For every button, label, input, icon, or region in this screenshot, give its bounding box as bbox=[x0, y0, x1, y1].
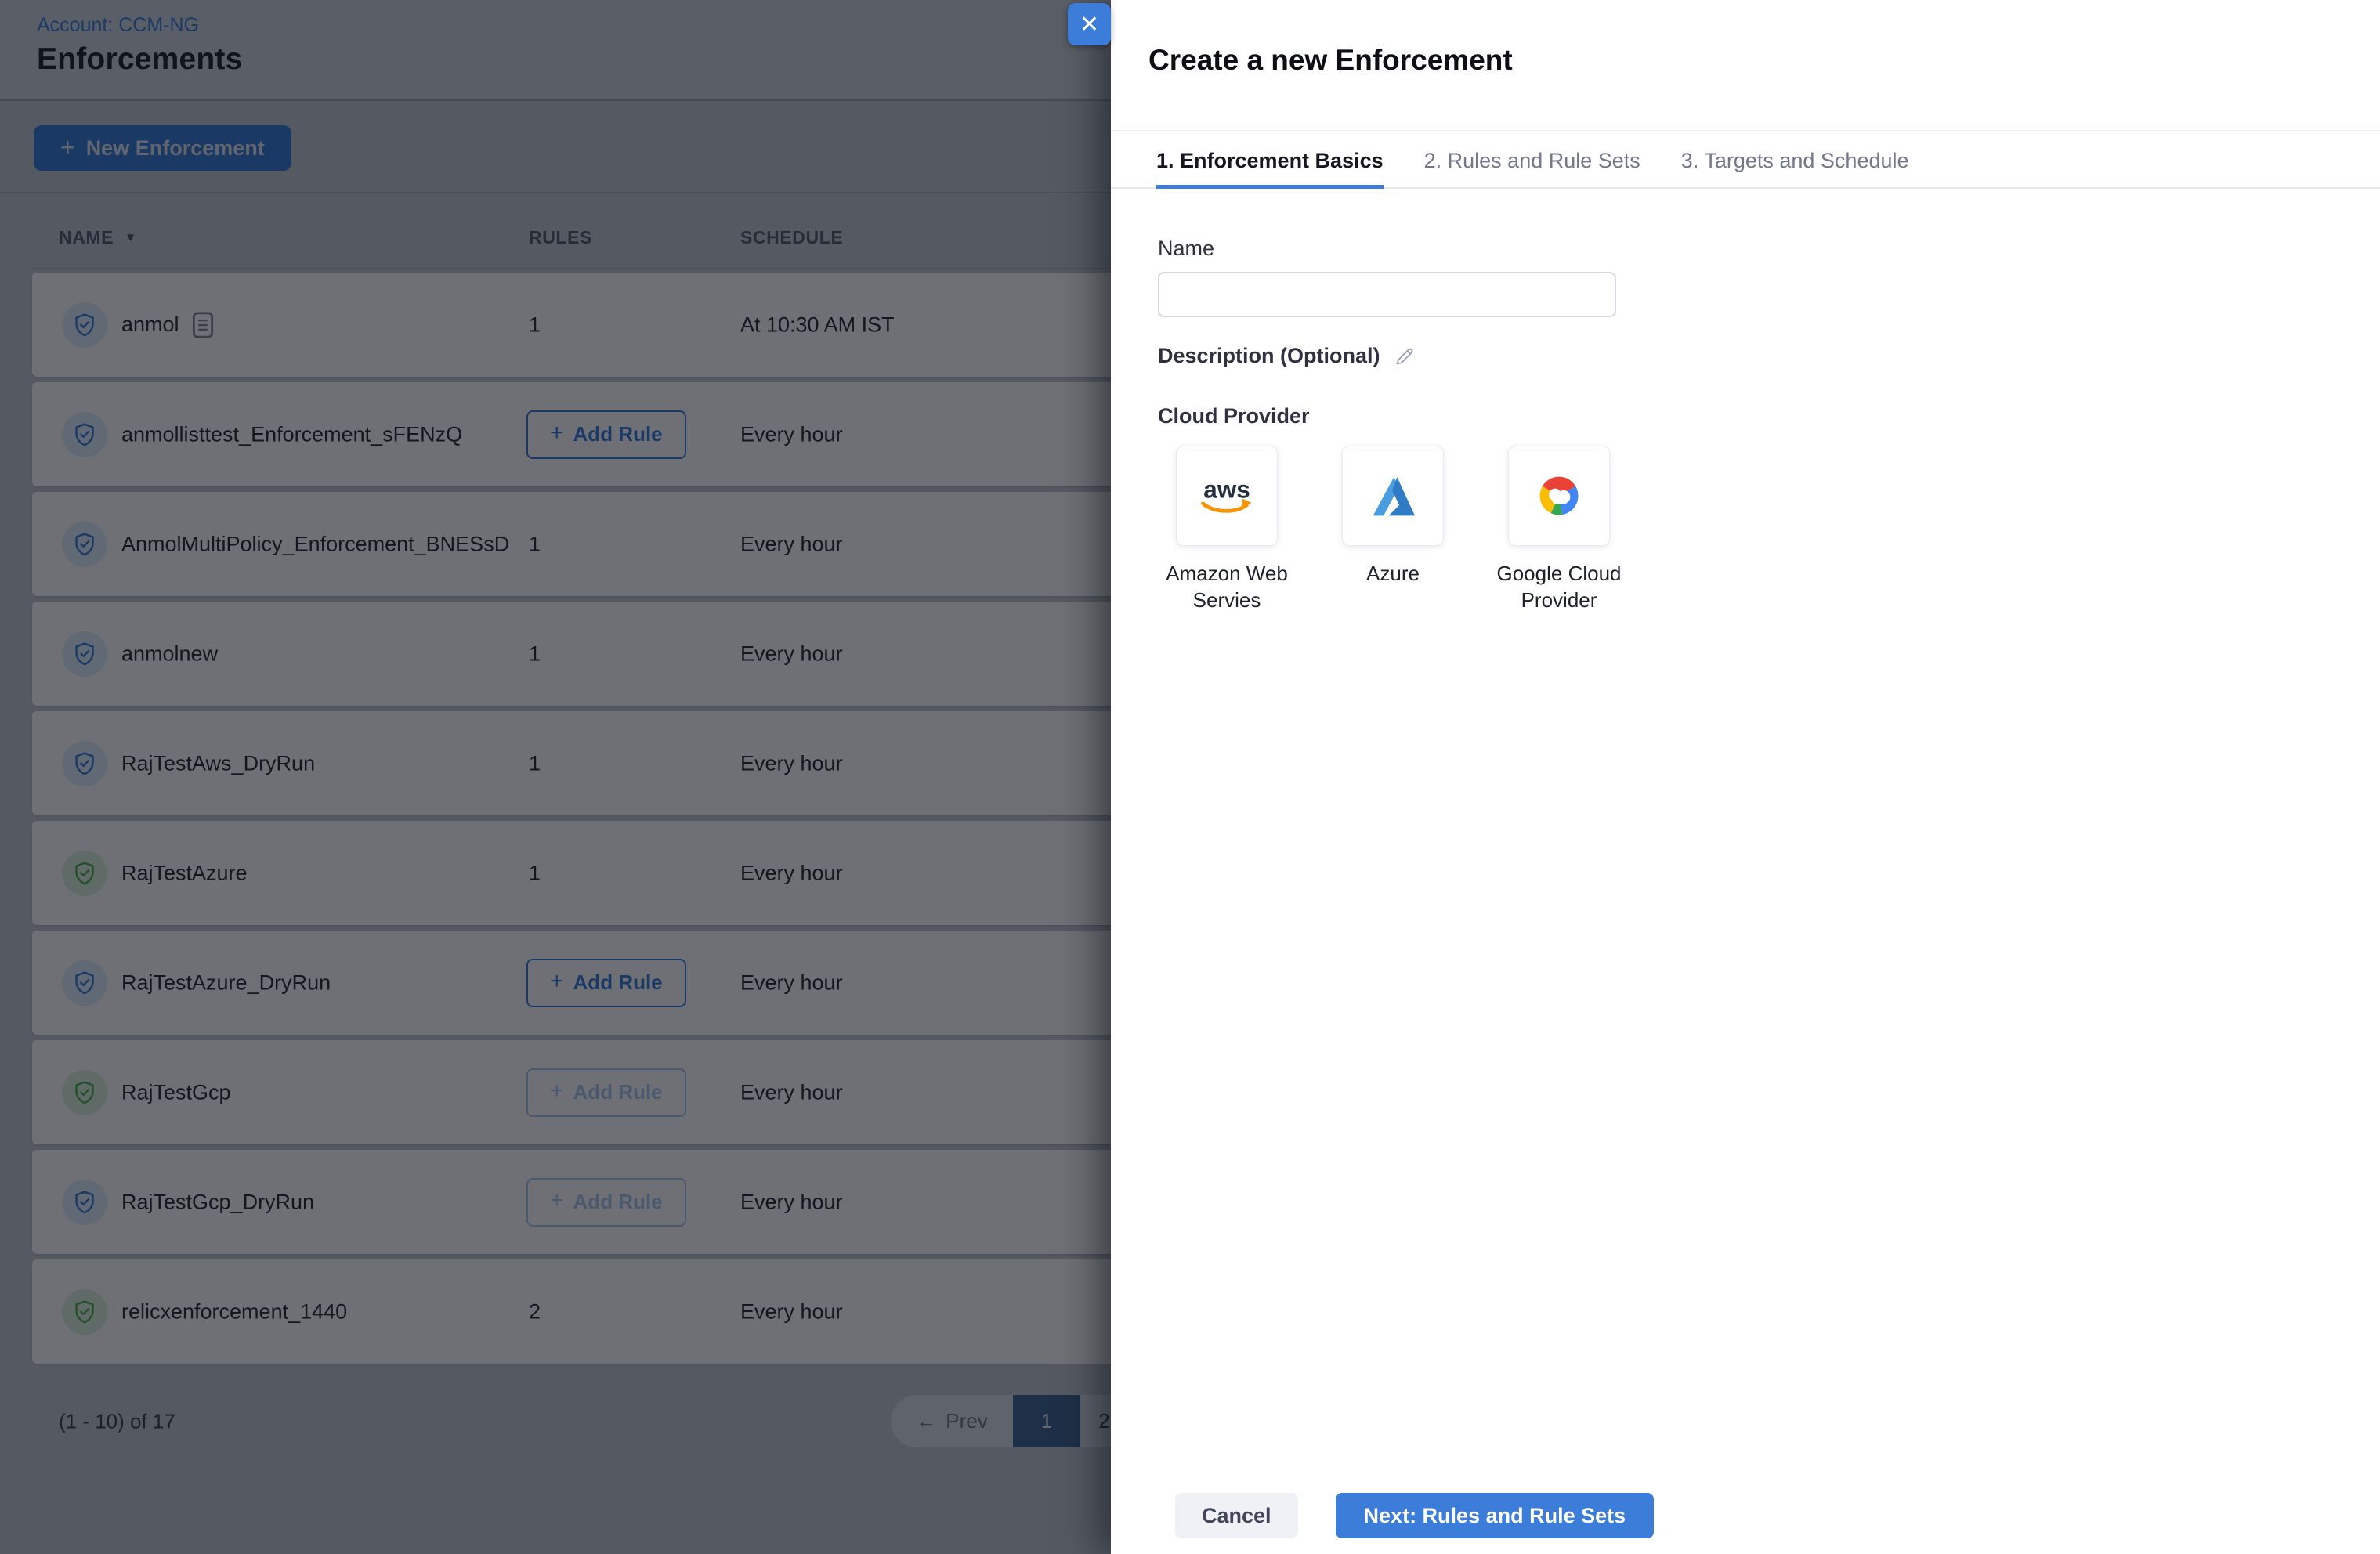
provider-option-aws[interactable]: aws Amazon Web Servies bbox=[1158, 446, 1296, 613]
close-icon: ✕ bbox=[1079, 11, 1100, 38]
cloud-provider-label: Cloud Provider bbox=[1158, 404, 1310, 428]
provider-label: Google Cloud Provider bbox=[1496, 562, 1622, 612]
name-input[interactable] bbox=[1158, 272, 1616, 317]
cloud-provider-options: aws Amazon Web Servies Azure Google Clou… bbox=[1158, 446, 1706, 613]
azure-card[interactable] bbox=[1342, 446, 1444, 546]
provider-option-gcp[interactable]: Google Cloud Provider bbox=[1490, 446, 1628, 613]
aws-card[interactable]: aws bbox=[1176, 446, 1278, 546]
name-label: Name bbox=[1158, 237, 1215, 260]
next-rules-button[interactable]: Next: Rules and Rule Sets bbox=[1335, 1493, 1655, 1538]
description-label: Description (Optional) bbox=[1158, 344, 1380, 367]
app-screen: Account: CCM-NG Enforcements + New Enfor… bbox=[0, 0, 2380, 1554]
provider-label: Amazon Web Servies bbox=[1166, 562, 1288, 612]
drawer-title: Create a new Enforcement bbox=[1148, 44, 1513, 76]
wizard-tabs: 1. Enforcement Basics 2. Rules and Rule … bbox=[1111, 131, 2380, 189]
gcp-logo-icon bbox=[1539, 476, 1579, 515]
create-enforcement-drawer: Create a new Enforcement 1. Enforcement … bbox=[1111, 0, 2380, 1554]
edit-pencil-icon[interactable] bbox=[1393, 345, 1416, 368]
tab-enforcement-basics[interactable]: 1. Enforcement Basics bbox=[1156, 149, 1384, 189]
enforcement-basics-form: Name Description (Optional) Cloud Provid… bbox=[1158, 188, 1706, 613]
provider-label: Azure bbox=[1366, 562, 1420, 585]
provider-option-azure[interactable]: Azure bbox=[1324, 446, 1462, 613]
aws-logo-icon: aws bbox=[1201, 475, 1252, 513]
close-drawer-button[interactable]: ✕ bbox=[1068, 3, 1111, 45]
drawer-footer: Cancel Next: Rules and Rule Sets bbox=[1175, 1493, 1655, 1538]
tab-targets-and-schedule[interactable]: 3. Targets and Schedule bbox=[1681, 149, 1909, 187]
tab-rules-and-rule-sets[interactable]: 2. Rules and Rule Sets bbox=[1424, 149, 1640, 187]
cancel-button[interactable]: Cancel bbox=[1175, 1493, 1298, 1538]
gcp-card[interactable] bbox=[1508, 446, 1610, 546]
azure-logo-icon bbox=[1373, 477, 1415, 516]
